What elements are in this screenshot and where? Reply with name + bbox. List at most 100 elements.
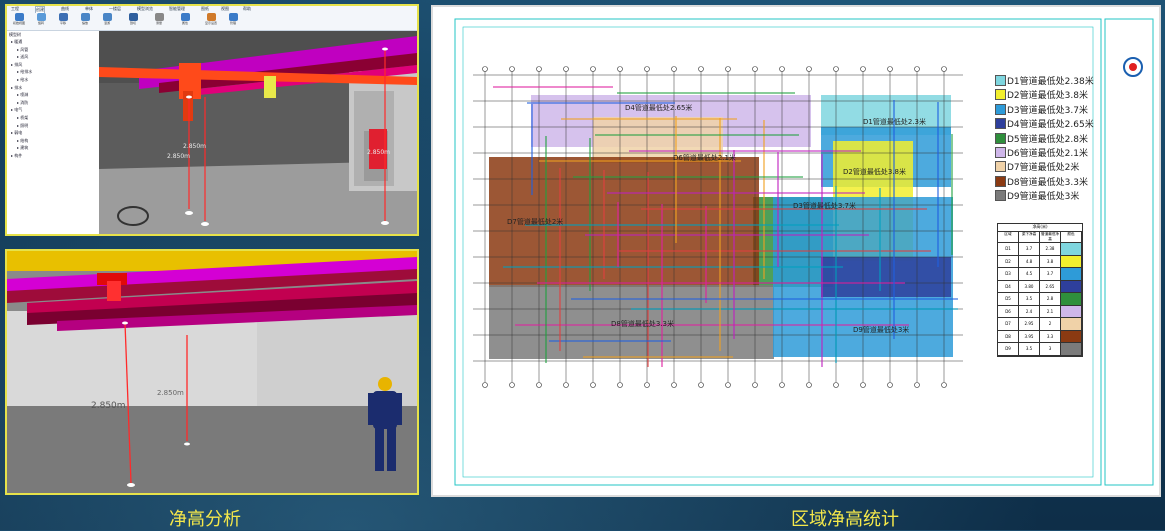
home-view-button[interactable]: 初始视图 (11, 13, 27, 29)
tab-unit[interactable]: 单体 (85, 6, 93, 12)
grid-bubble (779, 66, 785, 72)
tree-item[interactable]: ▸ 排水 (11, 85, 22, 91)
grid-bubble (590, 382, 596, 388)
tab-curve[interactable]: 曲线 (61, 6, 69, 12)
tab-view[interactable]: 视图 (221, 6, 229, 12)
stats-color-cell (1061, 343, 1082, 355)
tree-item[interactable]: ▸ 弱电 (11, 130, 22, 136)
tree-item[interactable]: ▸ 桥架 (17, 115, 28, 121)
tab-help[interactable]: 帮助 (243, 6, 251, 12)
manage-button[interactable]: 管理 (225, 13, 241, 29)
tree-item[interactable]: ▸ 送风 (17, 54, 28, 60)
viewport-3d[interactable]: 2.850m 2.850m 2.850m (99, 31, 417, 234)
legend-swatch (995, 132, 1006, 144)
settings-icon (206, 13, 216, 21)
legend-label: D7管道最低处2米 (1007, 163, 1080, 174)
stats-cell: 2.1 (1040, 305, 1061, 317)
stats-color-cell (1061, 268, 1082, 280)
stats-cell: 4.5 (1019, 268, 1040, 280)
render-measure-2: 2.850m (157, 389, 184, 397)
zone-label: D3管道最低处3.7米 (793, 202, 856, 210)
tree-item[interactable]: ▸ 建筑 (17, 145, 28, 151)
tab-create[interactable]: 创建 (35, 6, 45, 13)
legend-label: D1管道最低处2.38米 (1007, 77, 1094, 87)
grid-bubble (671, 382, 677, 388)
grid-bubble (482, 66, 488, 72)
tree-item[interactable]: ▸ 照明 (17, 123, 28, 129)
stats-row: D1 3.7 2.38 (998, 243, 1082, 256)
measure-label: 测量 (155, 21, 162, 25)
tree-item[interactable]: ▸ 消防 (17, 100, 28, 106)
ribbon-tools: 初始视图 旋转 平移 缩放 漫游 剖切 测量 属性 显示设置 管理 (7, 13, 417, 29)
grid-bubble (671, 66, 677, 72)
stats-header-cell: 梁下净高 (1019, 232, 1040, 242)
tab-floor[interactable]: 一楼层 (109, 6, 121, 12)
stats-row: D2 4.8 3.8 (998, 255, 1082, 268)
stats-color-cell (1061, 305, 1082, 317)
stats-header-cell: 管道最低净高 (1040, 232, 1061, 242)
tab-drawing[interactable]: 图纸 (201, 6, 209, 12)
grid-bubble (617, 66, 623, 72)
tab-smart-manage[interactable]: 智能管理 (169, 6, 185, 12)
render-measure-1: 2.850m (91, 401, 126, 411)
rotate-button[interactable]: 旋转 (33, 13, 49, 29)
measure-label-3: 2.850m (367, 149, 391, 156)
tree-item[interactable]: ▸ 暖通 (11, 39, 22, 45)
tree-item[interactable]: ▸ 风管 (17, 47, 28, 53)
model-tree-panel: 模型树 ▸ 暖通 ▸ 风管 ▸ 送风 ▸ 排风 ▸ 给排水 ▸ 给水 ▸ 排水 ▸ 喷淋 ▸ 消… (7, 31, 100, 234)
legend-swatch (995, 118, 1006, 130)
legend-swatch (995, 190, 1006, 202)
grid-bubble (833, 382, 839, 388)
display-settings-button[interactable]: 显示设置 (203, 13, 219, 29)
walk-button[interactable]: 漫游 (99, 13, 115, 29)
stats-row: D5 3.5 2.8 (998, 293, 1082, 306)
pan-button[interactable]: 平移 (55, 13, 71, 29)
stats-table-grid: 净高(米) 区域 梁下净高 管道最低净高 颜色 D1 3.7 2.38 D2 4.8 3.8 D3 4.… (997, 223, 1083, 357)
stats-cell: 2 (1040, 318, 1061, 330)
grid-bubble (752, 66, 758, 72)
grid-bubble (509, 66, 515, 72)
clearance-software-window: 工程 创建 曲线 单体 一楼层 模型浏览 智能管理 图纸 视图 帮助 初始视图 … (5, 4, 419, 236)
tab-project[interactable]: 工程 (11, 6, 19, 12)
measure-button[interactable]: 测量 (151, 13, 167, 29)
properties-button[interactable]: 属性 (177, 13, 193, 29)
grid-bubble (698, 66, 704, 72)
grid-bubble (914, 66, 920, 72)
grid-bubble (887, 382, 893, 388)
legend-label: D6管道最低处2.1米 (1007, 149, 1088, 159)
tree-item[interactable]: ▸ 给水 (17, 77, 28, 83)
grid-bubble (644, 66, 650, 72)
stats-color-cell (1061, 280, 1082, 292)
stats-cell: 3.7 (1040, 268, 1061, 280)
stats-cell: D1 (998, 243, 1019, 255)
zone-clearance-drawing: D1管道最低处2.3米 D2管道最低处3.8米 D3管道最低处3.7米 D4管道最低处… (431, 5, 1161, 497)
grid-bubble (536, 382, 542, 388)
stats-cell: D3 (998, 268, 1019, 280)
stats-row: D8 3.95 3.3 (998, 330, 1082, 343)
grid-bubble (752, 382, 758, 388)
legend-label: D2管道最低处3.8米 (1007, 91, 1088, 102)
stats-cell: 2.4 (1019, 305, 1040, 317)
clearance-render-view: 2.850m 2.850m (5, 249, 419, 495)
zoom-button[interactable]: 缩放 (77, 13, 93, 29)
grid-bubble (617, 382, 623, 388)
legend-swatch (995, 75, 1006, 86)
tree-item[interactable]: ▸ 给排水 (17, 69, 32, 75)
section-button[interactable]: 剖切 (125, 13, 141, 29)
tree-item[interactable]: ▸ 电气 (11, 107, 22, 113)
tree-item[interactable]: ▸ 排风 (11, 62, 22, 68)
stats-color-cell (1061, 255, 1082, 267)
grid-bubble (941, 66, 947, 72)
pan-label: 平移 (59, 21, 66, 25)
zone-label: D7管道最低处2米 (507, 218, 564, 226)
tree-item[interactable]: ▸ 构件 (11, 153, 22, 159)
stats-header-cell: 颜色 (1061, 232, 1082, 242)
stats-header-cell: 区域 (998, 232, 1019, 242)
grid-bubble (644, 382, 650, 388)
stats-cell: 3.7 (1019, 243, 1040, 255)
tree-item[interactable]: ▸ 喷淋 (17, 92, 28, 98)
tab-model-browse[interactable]: 模型浏览 (137, 6, 153, 12)
grid-bubble (698, 382, 704, 388)
tree-item[interactable]: ▸ 结构 (17, 138, 28, 144)
grid-bubble (914, 382, 920, 388)
